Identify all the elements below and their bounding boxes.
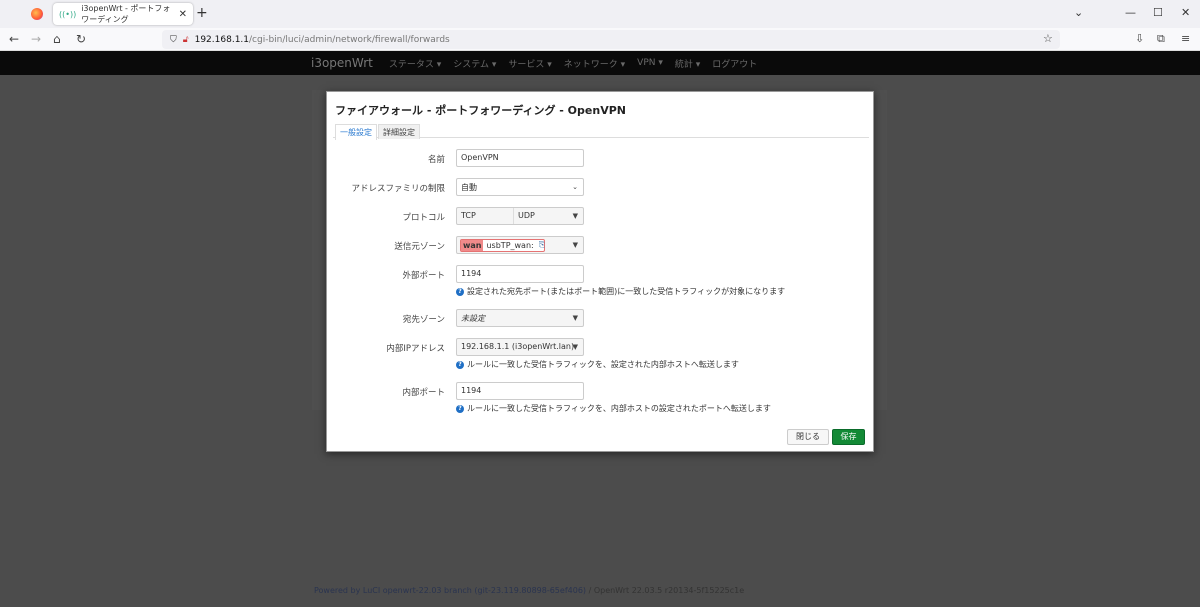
family-select[interactable]: 自動 ⌄ <box>456 178 584 196</box>
close-button[interactable]: 閉じる <box>787 429 829 445</box>
label-int-port: 内部ポート <box>402 388 445 398</box>
dest-zone-value: 未設定 <box>461 314 485 323</box>
minimize-button[interactable]: — <box>1125 6 1136 19</box>
caret-down-icon: ▼ <box>572 212 578 220</box>
browser-toolbar: ← → ⌂ ↻ ⛉ 🔓︎ 192.168.1.1 /cgi-bin/luci/a… <box>0 28 1200 51</box>
browser-tabbar: ((•)) i3openWrt - ポートフォワーディング ✕ + ⌄ — ☐ … <box>0 0 1200 28</box>
browser-tab[interactable]: ((•)) i3openWrt - ポートフォワーディング ✕ <box>53 3 193 25</box>
maximize-button[interactable]: ☐ <box>1153 6 1163 19</box>
tab-advanced[interactable]: 詳細設定 <box>378 124 420 139</box>
port-forward-dialog: ファイアウォール - ポートフォワーディング - OpenVPN 一般設定 詳細… <box>326 91 874 452</box>
protocol-tcp: TCP <box>461 211 476 220</box>
label-ext-port: 外部ポート <box>402 271 445 281</box>
dialog-tabs: 一般設定 詳細設定 <box>333 123 869 140</box>
nav-system[interactable]: システム ▾ <box>453 57 496 70</box>
menu-icon[interactable]: ≡ <box>1181 32 1190 45</box>
nav-vpn[interactable]: VPN ▾ <box>637 58 663 68</box>
close-tab-icon[interactable]: ✕ <box>179 9 187 20</box>
extensions-icon[interactable]: ⧉ <box>1157 32 1165 46</box>
row-int-port: 内部ポート 1194 ? ルールに一致した受信トラフィックを、内部ホストの設定され… <box>327 382 875 413</box>
label-src-zone: 送信元ゾーン <box>394 242 445 252</box>
row-ext-port: 外部ポート 1194 ? 設定された宛先ポート(またはポート範囲)に一致した受信ト… <box>327 265 875 296</box>
url-path: /cgi-bin/luci/admin/network/firewall/for… <box>249 34 450 45</box>
help-icon: ? <box>456 360 464 369</box>
nav-logout[interactable]: ログアウト <box>712 57 757 70</box>
row-src-zone: 送信元ゾーン wan usbTP_wan: ⎘ ▼ <box>327 236 875 254</box>
ext-port-help: ? 設定された宛先ポート(またはポート範囲)に一致した受信トラフィックが対象になり… <box>456 286 785 297</box>
footer-version: / OpenWrt 22.03.5 r20134-5f15225c1e <box>586 586 745 595</box>
name-input[interactable]: OpenVPN <box>456 149 584 167</box>
caret-down-icon: ▼ <box>572 241 578 249</box>
family-value: 自動 <box>461 183 477 192</box>
ext-port-input[interactable]: 1194 <box>456 265 584 283</box>
int-ip-select[interactable]: 192.168.1.1 (i3openWrt.lan) ▼ <box>456 338 584 356</box>
tab-title: i3openWrt - ポートフォワーディング <box>81 4 171 24</box>
chevron-down-icon: ⌄ <box>572 183 578 191</box>
int-port-input[interactable]: 1194 <box>456 382 584 400</box>
reload-icon[interactable]: ↻ <box>76 32 86 46</box>
insecure-lock-icon: 🔓︎ <box>182 34 189 45</box>
label-int-ip: 内部IPアドレス <box>386 344 445 354</box>
dest-zone-select[interactable]: 未設定 ▼ <box>456 309 584 327</box>
label-name: 名前 <box>427 155 445 165</box>
url-bar[interactable]: ⛉ 🔓︎ 192.168.1.1 /cgi-bin/luci/admin/net… <box>162 30 1060 49</box>
zone-badge: wan usbTP_wan: ⎘ <box>460 239 545 252</box>
network-device-icon: ⎘ <box>538 240 546 249</box>
url-host: 192.168.1.1 <box>194 34 250 45</box>
caret-down-icon: ▼ <box>572 314 578 322</box>
back-icon[interactable]: ← <box>9 32 19 46</box>
protocol-select[interactable]: TCP UDP ▼ <box>456 207 584 225</box>
close-window-button[interactable]: ✕ <box>1181 6 1190 19</box>
tab-list-icon[interactable]: ⌄ <box>1074 6 1083 19</box>
footer: Powered by LuCI openwrt-22.03 branch (gi… <box>314 586 744 595</box>
help-icon: ? <box>456 404 464 413</box>
pocket-icon[interactable]: ⇩ <box>1135 32 1144 45</box>
brand[interactable]: i3openWrt <box>311 56 373 70</box>
footer-powered[interactable]: Powered by LuCI openwrt-22.03 branch (gi… <box>314 586 586 595</box>
protocol-udp: UDP <box>513 208 539 224</box>
row-int-ip: 内部IPアドレス 192.168.1.1 (i3openWrt.lan) ▼ ? ル… <box>327 338 875 369</box>
int-ip-value: 192.168.1.1 (i3openWrt.lan) <box>461 342 575 351</box>
int-port-help: ? ルールに一致した受信トラフィックを、内部ホストの設定されたポートへ転送します <box>456 403 771 414</box>
row-protocol: プロトコル TCP UDP ▼ <box>327 207 875 225</box>
nav-status[interactable]: ステータス ▾ <box>389 57 441 70</box>
forward-icon[interactable]: → <box>31 32 41 46</box>
row-name: 名前 OpenVPN <box>327 149 875 167</box>
zone-name: wan <box>461 240 484 251</box>
help-text: 設定された宛先ポート(またはポート範囲)に一致した受信トラフィックが対象になりま… <box>467 287 786 296</box>
wireless-icon: ((•)) <box>59 9 77 19</box>
new-tab-button[interactable]: + <box>196 5 208 21</box>
tab-general[interactable]: 一般設定 <box>335 124 377 140</box>
nav-services[interactable]: サービス ▾ <box>508 57 551 70</box>
firefox-icon[interactable] <box>31 8 43 20</box>
row-family: アドレスファミリの制限 自動 ⌄ <box>327 178 875 196</box>
nav-statistics[interactable]: 統計 ▾ <box>675 57 700 70</box>
zone-devices: usbTP_wan: <box>486 241 534 250</box>
dialog-title: ファイアウォール - ポートフォワーディング - OpenVPN <box>335 104 626 117</box>
label-protocol: プロトコル <box>402 213 445 223</box>
home-icon[interactable]: ⌂ <box>53 32 61 46</box>
save-button[interactable]: 保存 <box>832 429 865 445</box>
label-dest-zone: 宛先ゾーン <box>402 315 445 325</box>
help-text: ルールに一致した受信トラフィックを、内部ホストの設定されたポートへ転送します <box>467 404 771 413</box>
label-family: アドレスファミリの制限 <box>351 184 445 194</box>
nav-network[interactable]: ネットワーク ▾ <box>564 57 625 70</box>
bookmark-star-icon[interactable]: ☆ <box>1043 32 1053 45</box>
row-dest-zone: 宛先ゾーン 未設定 ▼ <box>327 309 875 327</box>
help-text: ルールに一致した受信トラフィックを、設定された内部ホストへ転送します <box>467 360 739 369</box>
luci-navbar: i3openWrt ステータス ▾ システム ▾ サービス ▾ ネットワーク ▾… <box>0 51 1200 75</box>
caret-down-icon: ▼ <box>572 343 578 351</box>
help-icon: ? <box>456 287 464 296</box>
src-zone-select[interactable]: wan usbTP_wan: ⎘ ▼ <box>456 236 584 254</box>
int-ip-help: ? ルールに一致した受信トラフィックを、設定された内部ホストへ転送します <box>456 359 739 370</box>
shield-icon: ⛉ <box>170 34 177 45</box>
